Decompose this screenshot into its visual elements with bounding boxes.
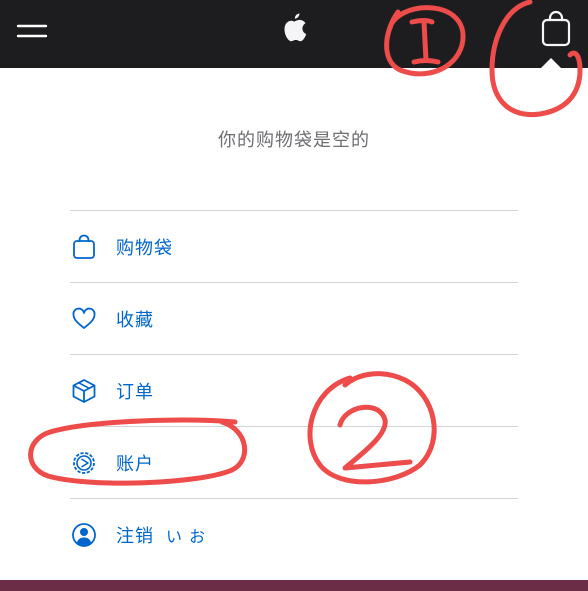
signout-label: 注销 <box>116 525 154 547</box>
top-nav-bar <box>0 0 588 68</box>
empty-bag-message: 你的购物袋是空的 <box>218 130 370 151</box>
person-icon <box>70 521 98 549</box>
menu-item-label: 账户 <box>116 453 154 475</box>
menu-item-favorites[interactable]: 收藏 <box>70 282 518 354</box>
account-menu-list: 购物袋 收藏 订单 账户 注销 い お <box>70 210 518 570</box>
menu-item-signout[interactable]: 注销い お <box>70 498 518 570</box>
box-icon <box>70 377 98 405</box>
menu-item-account[interactable]: 账户 <box>70 426 518 498</box>
heart-icon <box>70 305 98 333</box>
apple-logo-icon[interactable] <box>278 10 310 48</box>
menu-item-label: 订单 <box>116 381 154 403</box>
bag-icon <box>70 233 98 261</box>
menu-item-label: 购物袋 <box>116 237 173 259</box>
menu-item-label: 注销い お <box>116 522 206 548</box>
bottom-edge-bar <box>0 580 588 591</box>
dropdown-caret <box>540 58 562 69</box>
shopping-bag-icon[interactable] <box>538 10 574 48</box>
user-name: い お <box>166 526 207 546</box>
settings-gear-icon <box>70 449 98 477</box>
menu-item-bag[interactable]: 购物袋 <box>70 210 518 282</box>
hamburger-menu-icon[interactable] <box>16 20 48 42</box>
menu-item-label: 收藏 <box>116 309 154 331</box>
menu-item-orders[interactable]: 订单 <box>70 354 518 426</box>
